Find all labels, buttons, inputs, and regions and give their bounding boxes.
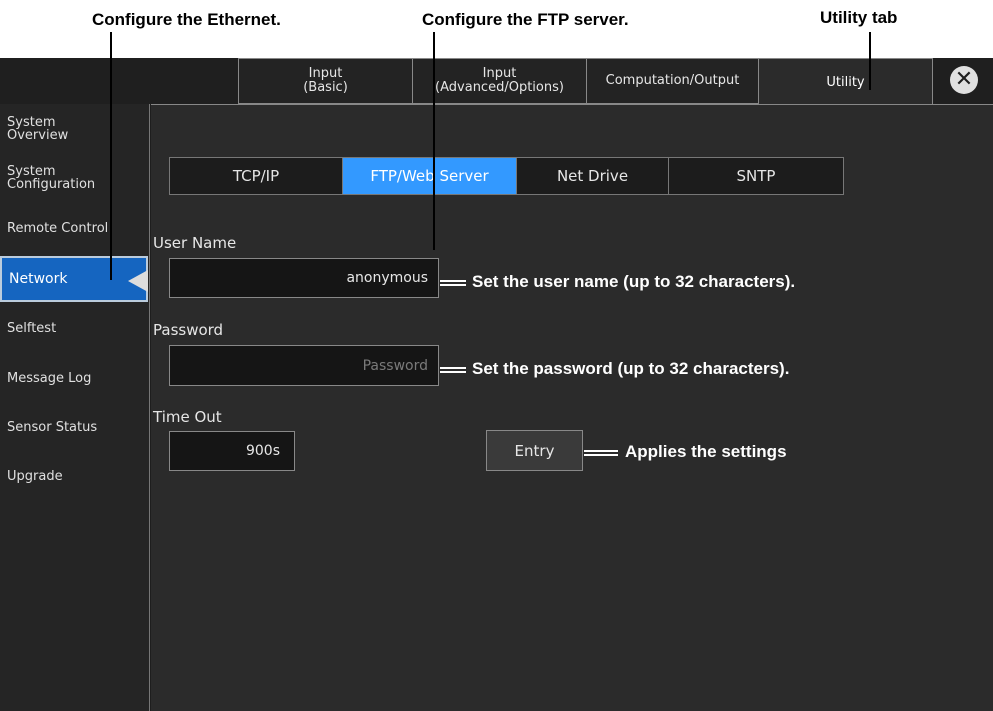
- callout-ethernet: Configure the Ethernet.: [92, 10, 281, 29]
- subtab-tcpip[interactable]: TCP/IP: [169, 157, 343, 195]
- sidebar-item-sensor-status[interactable]: Sensor Status: [0, 404, 148, 450]
- sidebar-item-remote-control[interactable]: Remote Control: [0, 205, 148, 251]
- leader-utility: [869, 32, 871, 90]
- sidebar: System Overview System Configuration Rem…: [0, 104, 150, 711]
- pointer-entry: [584, 450, 618, 456]
- instrument-screen: Input (Basic) Input (Advanced/Options) C…: [0, 58, 993, 711]
- callout-ftp: Configure the FTP server.: [422, 10, 629, 29]
- tab-input-advanced[interactable]: Input (Advanced/Options): [412, 58, 587, 104]
- sidebar-item-network[interactable]: Network: [0, 256, 148, 302]
- sidebar-item-system-configuration[interactable]: System Configuration: [0, 155, 148, 201]
- subtab-sntp[interactable]: SNTP: [668, 157, 844, 195]
- password-label: Password: [153, 321, 224, 339]
- user-name-input[interactable]: anonymous: [169, 258, 439, 298]
- pointer-password: [440, 367, 466, 373]
- callout-utility-tab: Utility tab: [820, 8, 898, 27]
- entry-button[interactable]: Entry: [486, 430, 583, 471]
- note-entry: Applies the settings: [625, 442, 787, 461]
- sidebar-item-message-log[interactable]: Message Log: [0, 355, 148, 401]
- sidebar-item-system-overview[interactable]: System Overview: [0, 106, 148, 152]
- tab-utility[interactable]: Utility: [758, 58, 933, 106]
- tab-input-basic[interactable]: Input (Basic): [238, 58, 413, 104]
- top-tab-bar: Input (Basic) Input (Advanced/Options) C…: [0, 58, 993, 106]
- subtab-net-drive[interactable]: Net Drive: [516, 157, 669, 195]
- timeout-label: Time Out: [153, 408, 222, 426]
- tab-computation-output[interactable]: Computation/Output: [586, 58, 759, 104]
- password-input[interactable]: Password: [169, 345, 439, 386]
- user-name-label: User Name: [153, 234, 237, 252]
- leader-ftp: [433, 32, 435, 250]
- note-password: Set the password (up to 32 characters).: [472, 359, 790, 378]
- sidebar-item-upgrade[interactable]: Upgrade: [0, 453, 148, 499]
- subtab-ftp-web-server[interactable]: FTP/Web Server: [342, 157, 517, 195]
- main-panel: TCP/IP FTP/Web Server Net Drive SNTP Use…: [151, 104, 993, 711]
- sidebar-item-selftest[interactable]: Selftest: [0, 305, 148, 351]
- leader-ethernet: [110, 32, 112, 280]
- note-user-name: Set the user name (up to 32 characters).: [472, 272, 796, 291]
- timeout-input[interactable]: 900s: [169, 431, 295, 471]
- pointer-user-name: [440, 280, 466, 286]
- close-icon[interactable]: ✕: [950, 66, 978, 94]
